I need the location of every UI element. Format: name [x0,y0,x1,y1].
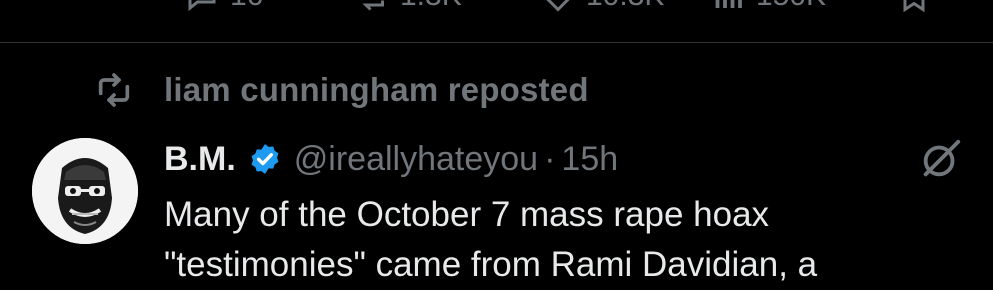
repost-count: 1.3K [400,0,462,13]
repost-icon [362,0,384,11]
reply-button[interactable]: 16 [184,0,263,14]
author-avatar[interactable] [32,138,138,244]
author-handle[interactable]: @ireallyhateyou [294,140,538,179]
tweet-text-line: "testimonies" came from Rami Davidian, a [164,245,818,284]
repost-button[interactable]: 1.3K [354,0,462,14]
views-button[interactable]: 150K [710,0,826,14]
avatar-image [32,138,138,244]
grok-icon [923,139,961,177]
reply-icon [188,0,216,12]
previous-tweet-action-bar: 16 1.3K 10.3K 150K [0,0,993,42]
repost-banner[interactable]: liam cunningham reposted [94,68,589,112]
reply-count: 16 [230,0,263,13]
tweet-timestamp[interactable]: 15h [561,140,618,179]
tweet-text-line: Many of the October 7 mass rape hoax [164,195,770,234]
views-icon [715,0,742,8]
repost-icon [98,73,130,107]
verified-badge-icon[interactable] [248,142,282,176]
tweet-text: Many of the October 7 mass rape hoax "te… [164,190,984,290]
repost-label: liam cunningham reposted [164,71,589,108]
heart-icon [546,0,570,12]
grok-button[interactable] [918,136,964,182]
views-count: 150K [756,0,826,13]
tweet-header: B.M. @ireallyhateyou · 15h [164,136,618,182]
bookmark-button[interactable] [896,0,932,14]
tweet-divider [0,42,993,43]
header-separator: · [544,139,556,178]
author-name[interactable]: B.M. [164,140,236,179]
like-button[interactable]: 10.3K [540,0,664,14]
like-count: 10.3K [586,0,664,13]
bookmark-icon [903,0,925,13]
